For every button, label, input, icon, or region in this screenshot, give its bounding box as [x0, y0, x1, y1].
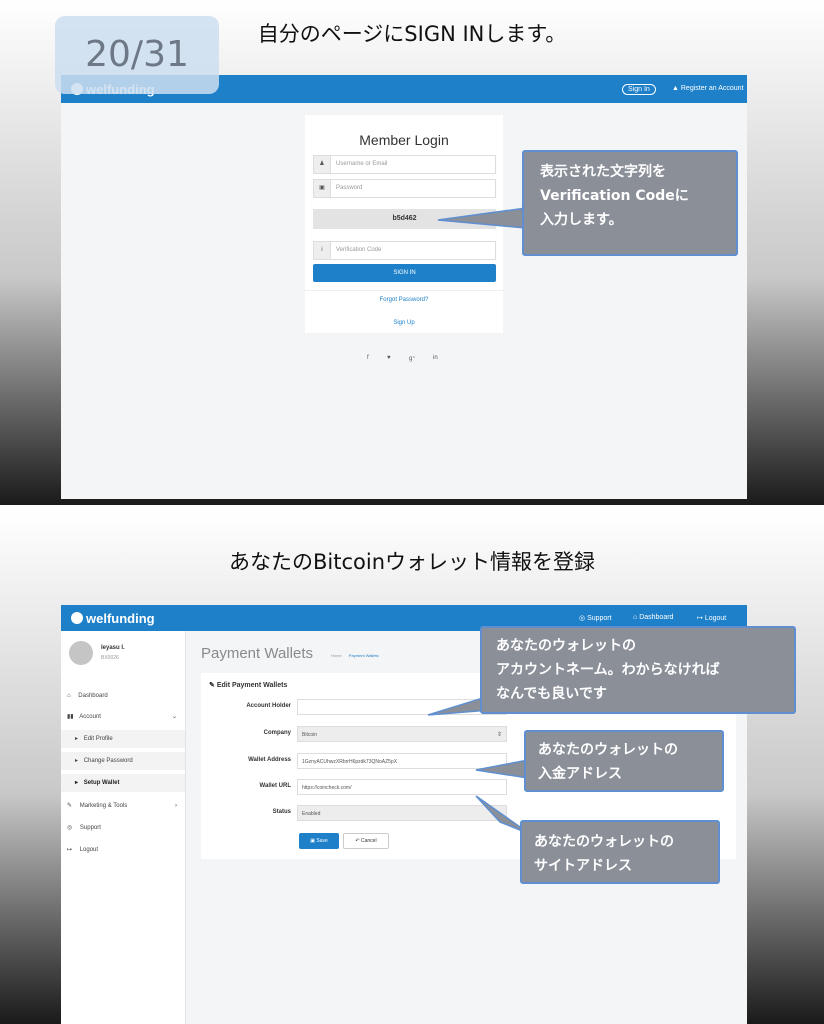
deposit-address-callout: あなたのウォレットの 入金アドレス — [524, 730, 724, 792]
slide-1: 自分のページにSIGN INします。 welfunding Sign In ▲ … — [0, 0, 824, 505]
slide-counter: 20/31 — [55, 16, 219, 94]
site-address-callout: あなたのウォレットの サイトアドレス — [520, 820, 720, 884]
panel-divider — [0, 505, 824, 512]
account-name-callout: あなたのウォレットの アカウントネーム。わからなければ なんでも良いです — [480, 626, 796, 714]
verification-callout: 表示された文字列を Verification Codeに 入力します。 — [522, 150, 738, 256]
slide-2: あなたのBitcoinウォレット情報を登録 welfunding ◎ Suppo… — [0, 512, 824, 1024]
